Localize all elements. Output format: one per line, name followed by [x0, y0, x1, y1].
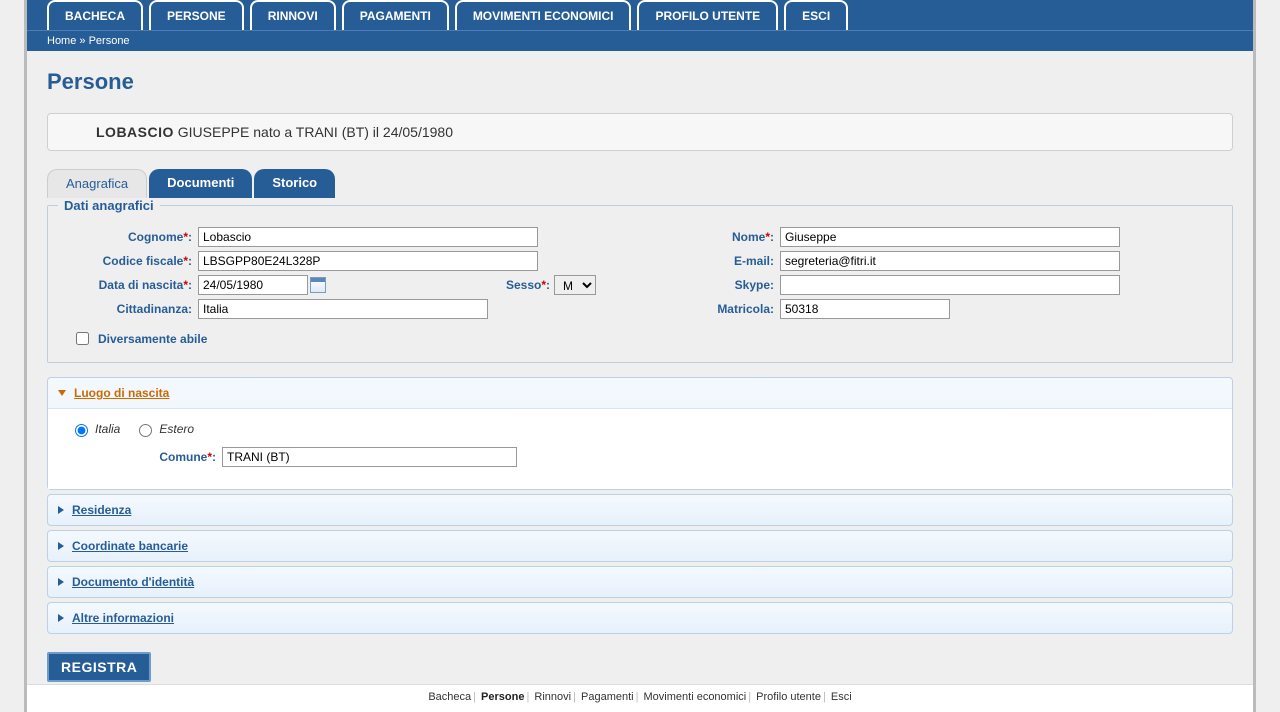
- radio-italia-label: Italia: [95, 422, 120, 436]
- radio-estero[interactable]: [139, 424, 152, 437]
- email-input[interactable]: [780, 251, 1120, 271]
- accordion-altre-informazioni: Altre informazioni: [47, 602, 1233, 634]
- accordion-coordinate-bancarie: Coordinate bancarie: [47, 530, 1233, 562]
- footer-esci[interactable]: Esci: [831, 691, 852, 703]
- calendar-icon[interactable]: [310, 277, 326, 293]
- breadcrumb: Home » Persone: [27, 30, 1253, 51]
- codice-fiscale-input[interactable]: [198, 251, 538, 271]
- cittadinanza-input[interactable]: [198, 299, 488, 319]
- accordion-header-luogo[interactable]: Luogo di nascita: [48, 378, 1232, 408]
- chevron-right-icon: [58, 506, 64, 514]
- accordion-header-residenza[interactable]: Residenza: [48, 495, 1232, 525]
- breadcrumb-current: Persone: [89, 35, 130, 47]
- skype-input[interactable]: [780, 275, 1120, 295]
- chevron-right-icon: [58, 542, 64, 550]
- nav-tab-bacheca[interactable]: BACHECA: [47, 0, 143, 30]
- chevron-right-icon: [58, 578, 64, 586]
- footer-pagamenti[interactable]: Pagamenti: [581, 691, 634, 703]
- sesso-select[interactable]: M: [554, 275, 596, 295]
- nome-input[interactable]: [780, 227, 1120, 247]
- accordion-luogo-nascita: Luogo di nascita Italia Estero Comune*:: [47, 377, 1233, 490]
- chevron-down-icon: [58, 390, 66, 396]
- tab-storico[interactable]: Storico: [254, 169, 335, 198]
- accordion-residenza: Residenza: [47, 494, 1233, 526]
- person-surname: LOBASCIO: [96, 124, 174, 140]
- footer-persone[interactable]: Persone: [481, 691, 524, 703]
- nav-tab-persone[interactable]: PERSONE: [149, 0, 244, 30]
- radio-estero-label: Estero: [159, 422, 194, 436]
- footer-bacheca[interactable]: Bacheca: [428, 691, 471, 703]
- nav-tab-esci[interactable]: ESCI: [784, 0, 848, 30]
- comune-input[interactable]: [222, 447, 517, 467]
- footer-movimenti[interactable]: Movimenti economici: [644, 691, 747, 703]
- footer-nav: Bacheca| Persone| Rinnovi| Pagamenti| Mo…: [27, 684, 1253, 712]
- top-nav: BACHECA PERSONE RINNOVI PAGAMENTI MOVIME…: [27, 0, 1253, 30]
- footer-profilo[interactable]: Profilo utente: [756, 691, 821, 703]
- footer-rinnovi[interactable]: Rinnovi: [534, 691, 571, 703]
- radio-italia[interactable]: [75, 424, 88, 437]
- chevron-right-icon: [58, 614, 64, 622]
- tab-documenti[interactable]: Documenti: [149, 169, 252, 198]
- accordion-header-altre[interactable]: Altre informazioni: [48, 603, 1232, 633]
- cognome-input[interactable]: [198, 227, 538, 247]
- diversamente-abile-label: Diversamente abile: [98, 332, 207, 346]
- person-summary: LOBASCIO GIUSEPPE nato a TRANI (BT) il 2…: [47, 113, 1233, 151]
- nav-tab-movimenti[interactable]: MOVIMENTI ECONOMICI: [455, 0, 632, 30]
- breadcrumb-home[interactable]: Home: [47, 35, 76, 47]
- accordion-documento-identita: Documento d'identità: [47, 566, 1233, 598]
- tab-anagrafica[interactable]: Anagrafica: [47, 169, 147, 198]
- nav-tab-profilo[interactable]: PROFILO UTENTE: [637, 0, 778, 30]
- page-title: Persone: [47, 69, 1233, 95]
- data-nascita-input[interactable]: [198, 275, 308, 295]
- accordion-header-documento[interactable]: Documento d'identità: [48, 567, 1232, 597]
- fieldset-legend: Dati anagrafici: [58, 198, 160, 213]
- diversamente-abile-checkbox[interactable]: [76, 332, 89, 345]
- form-tabs: Anagrafica Documenti Storico: [47, 169, 1233, 198]
- registra-button[interactable]: REGISTRA: [47, 652, 151, 682]
- fieldset-dati-anagrafici: Dati anagrafici Cognome*: Codice fiscale…: [47, 198, 1233, 363]
- nav-tab-pagamenti[interactable]: PAGAMENTI: [342, 0, 449, 30]
- accordion-header-coordinate[interactable]: Coordinate bancarie: [48, 531, 1232, 561]
- nav-tab-rinnovi[interactable]: RINNOVI: [250, 0, 336, 30]
- person-rest: GIUSEPPE nato a TRANI (BT) il 24/05/1980: [174, 124, 453, 140]
- matricola-input[interactable]: [780, 299, 950, 319]
